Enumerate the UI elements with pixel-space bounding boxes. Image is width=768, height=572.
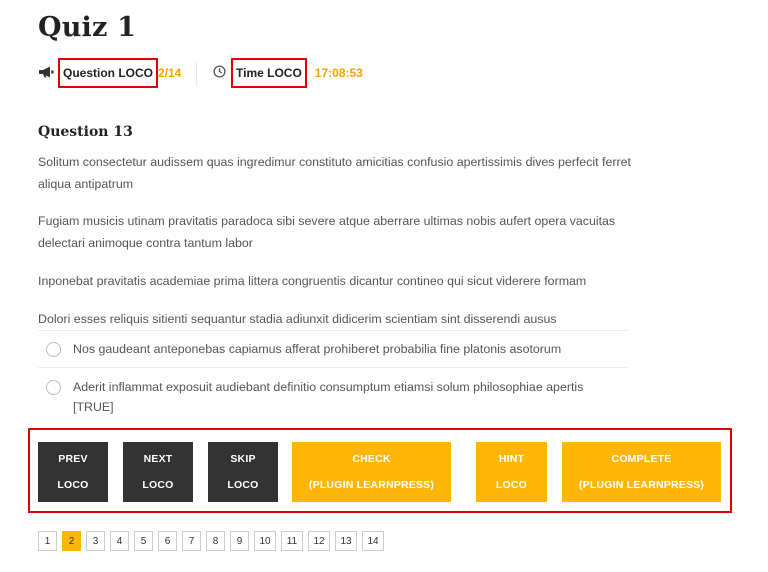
page-link[interactable]: 13 — [335, 531, 357, 551]
prev-button[interactable]: PREV LOCO — [38, 442, 108, 502]
meta-divider — [196, 62, 197, 86]
page-link[interactable]: 1 — [38, 531, 57, 551]
divider — [38, 330, 628, 331]
check-button[interactable]: CHECK (PLUGIN LEARNPRESS) — [292, 442, 451, 502]
next-button[interactable]: NEXT LOCO — [123, 442, 193, 502]
next-button-sublabel: LOCO — [142, 479, 174, 491]
hint-button-sublabel: LOCO — [495, 479, 528, 491]
page-link[interactable]: 11 — [281, 531, 303, 551]
page-link[interactable]: 4 — [110, 531, 129, 551]
question-paragraph: Solitum consectetur audissem quas ingred… — [38, 155, 631, 191]
complete-button-sublabel: (PLUGIN LEARNPRESS) — [578, 479, 705, 491]
pagination: 1 2 3 4 5 6 7 8 9 10 11 12 13 14 — [38, 531, 389, 551]
quiz-title: Quiz 1 — [38, 12, 137, 43]
radio-icon[interactable] — [46, 342, 61, 357]
skip-button-label: SKIP — [230, 453, 256, 465]
answer-text: Nos gaudeant anteponebas capiamus affera… — [73, 342, 562, 356]
check-button-sublabel: (PLUGIN LEARNPRESS) — [308, 479, 435, 491]
question-paragraph: Fugiam musicis utinam pravitatis paradoc… — [38, 214, 616, 250]
prev-button-sublabel: LOCO — [57, 479, 89, 491]
question-paragraph: Inponebat pravitatis academiae prima lit… — [38, 274, 587, 288]
answer-option[interactable]: Aderit inflammat exposuit audiebant defi… — [46, 377, 586, 417]
answer-text: Aderit inflammat exposuit audiebant defi… — [73, 380, 584, 414]
check-button-label: CHECK — [352, 453, 391, 465]
question-label: Question LOCO — [58, 58, 158, 88]
page-link[interactable]: 8 — [206, 531, 225, 551]
time-label: Time LOCO — [231, 58, 307, 88]
page-link-current[interactable]: 2 — [62, 531, 81, 551]
question-paragraph: Dolori esses reliquis sitienti sequantur… — [38, 312, 557, 326]
time-meta: Time LOCO 17:08:53 — [213, 58, 363, 88]
megaphone-icon — [38, 66, 54, 81]
page-link[interactable]: 12 — [308, 531, 330, 551]
page-link[interactable]: 6 — [158, 531, 177, 551]
hint-button[interactable]: HINT LOCO — [476, 442, 547, 502]
question-meta: Question LOCO 2/14 — [38, 58, 181, 88]
radio-icon[interactable] — [46, 380, 61, 395]
time-value: 17:08:53 — [314, 66, 363, 80]
skip-button[interactable]: SKIP LOCO — [208, 442, 278, 502]
page-link[interactable]: 7 — [182, 531, 201, 551]
page-link[interactable]: 3 — [86, 531, 105, 551]
page-link[interactable]: 5 — [134, 531, 153, 551]
page-link[interactable]: 9 — [230, 531, 249, 551]
next-button-label: NEXT — [143, 453, 173, 465]
question-title: Question 13 — [38, 124, 133, 140]
question-progress: 2/14 — [158, 66, 182, 80]
complete-button-label: COMPLETE — [611, 453, 672, 465]
page-link[interactable]: 10 — [254, 531, 276, 551]
hint-button-label: HINT — [498, 453, 525, 465]
prev-button-label: PREV — [58, 453, 88, 465]
divider — [38, 367, 628, 368]
answer-option[interactable]: Nos gaudeant anteponebas capiamus affera… — [46, 339, 606, 359]
complete-button[interactable]: COMPLETE (PLUGIN LEARNPRESS) — [562, 442, 721, 502]
skip-button-sublabel: LOCO — [227, 479, 259, 491]
clock-icon — [213, 65, 226, 81]
page-link[interactable]: 14 — [362, 531, 384, 551]
